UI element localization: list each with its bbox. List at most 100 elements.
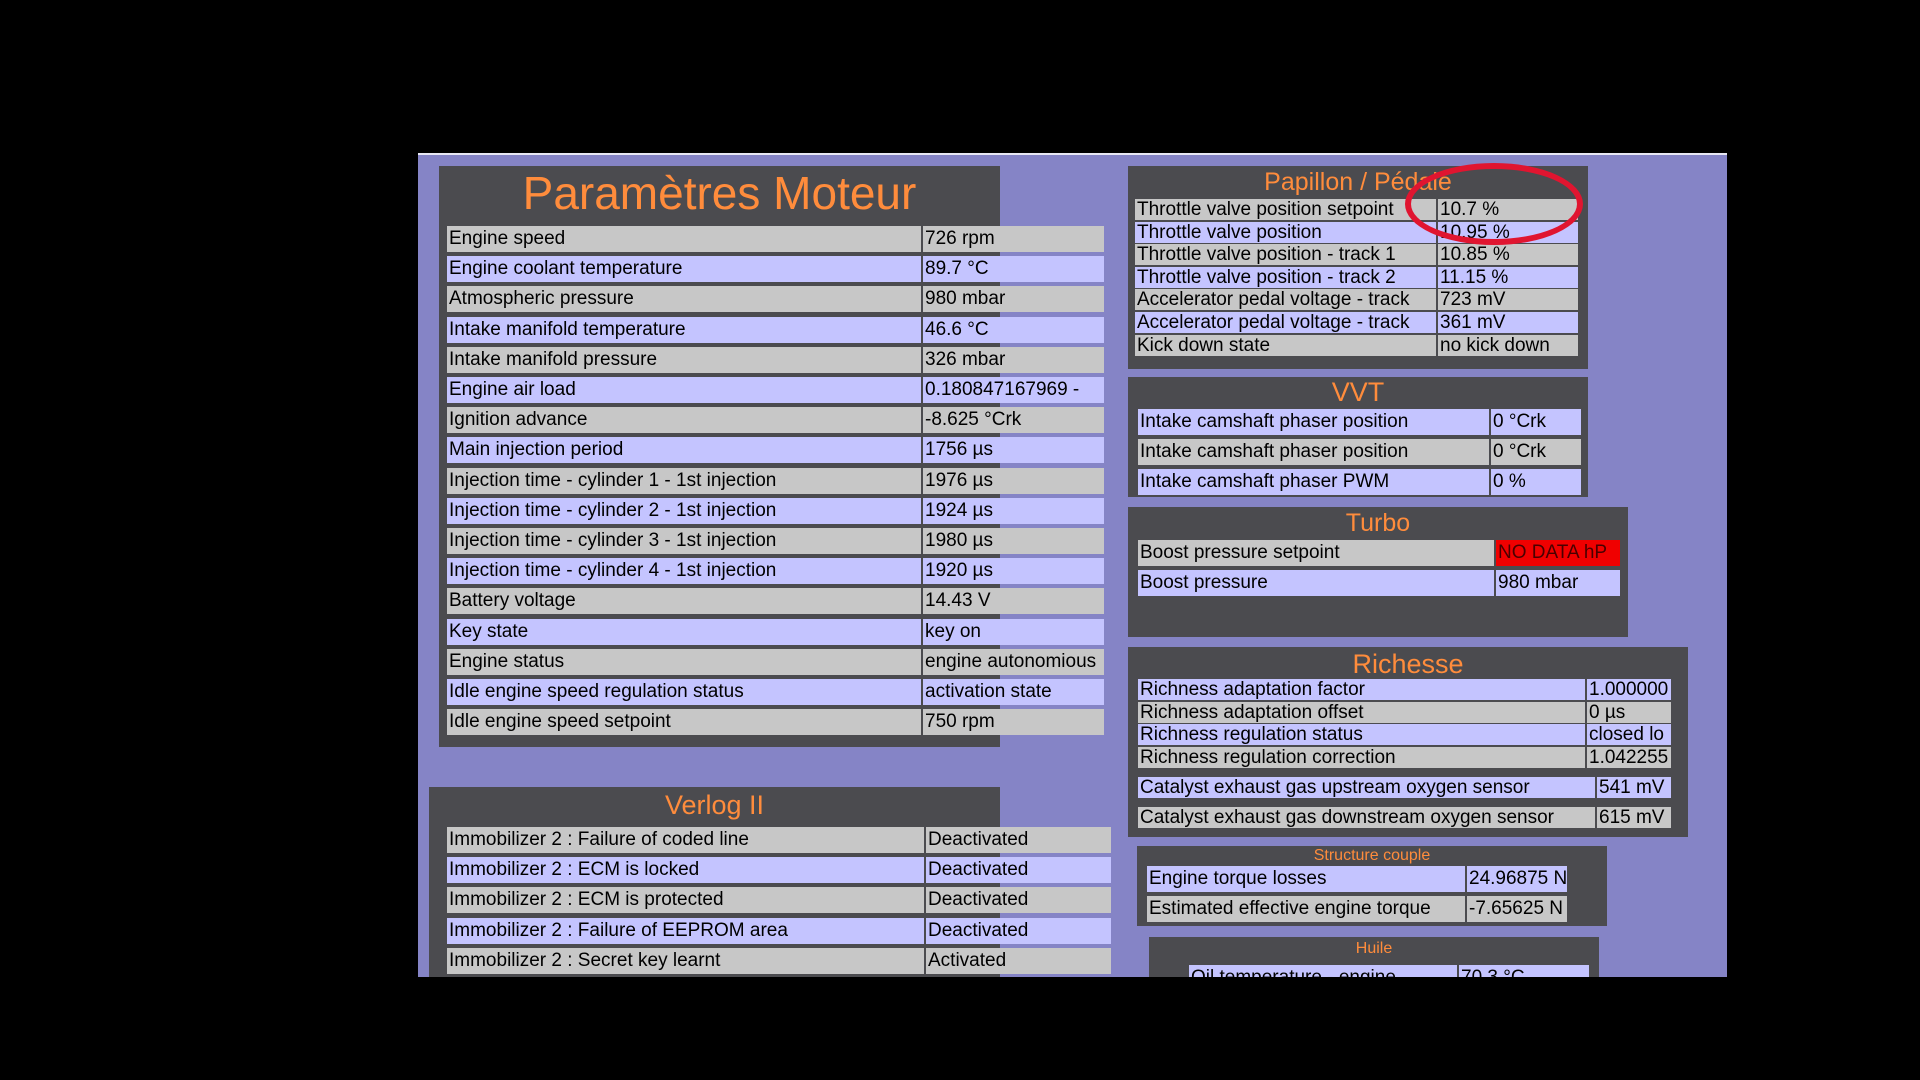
row-value: 0 °Crk xyxy=(1491,439,1581,466)
table-row: Kick down state no kick down xyxy=(1135,334,1578,356)
row-label: Injection time - cylinder 2 - 1st inject… xyxy=(447,497,923,524)
row-label: Richness regulation correction xyxy=(1138,746,1587,768)
table-row: Intake manifold pressure 326 mbar xyxy=(447,346,1104,373)
row-value: 0.180847167969 - xyxy=(923,377,1104,403)
row-value: Activated xyxy=(926,947,1111,974)
row-label: Immobilizer 2 : Failure of EEPROM area xyxy=(447,917,926,944)
row-value: 0 µs xyxy=(1587,701,1671,723)
panel-richesse: Richesse Richness adaptation factor 1.000… xyxy=(1128,647,1688,837)
row-label: Throttle valve position - track 1 xyxy=(1135,244,1438,266)
panel-title: Turbo xyxy=(1345,509,1411,537)
row-value: key on xyxy=(923,618,1104,645)
row-label: Boost pressure setpoint xyxy=(1138,540,1496,566)
table-row: Battery voltage 14.43 V xyxy=(447,588,1104,615)
panel-vvt: VVT Intake camshaft phaser position 0 °Cr… xyxy=(1128,377,1588,497)
row-label: Throttle valve position - track 2 xyxy=(1135,266,1438,288)
row-label: Intake camshaft phaser position xyxy=(1138,439,1491,466)
table-row: Richness adaptation offset 0 µs xyxy=(1138,701,1671,723)
row-value: 1980 µs xyxy=(923,528,1104,554)
table-row: Throttle valve position - track 2 11.15 % xyxy=(1135,266,1578,288)
row-label: Engine torque losses xyxy=(1147,866,1467,892)
row-label: Intake camshaft phaser position xyxy=(1138,409,1491,435)
row-label: Accelerator pedal voltage - track xyxy=(1135,312,1438,333)
table-row: Immobilizer 2 : Failure of coded line Dea… xyxy=(447,827,1111,853)
row-label: Throttle valve position setpoint xyxy=(1135,199,1438,220)
table-row: Immobilizer 2 : ECM is locked Deactivated xyxy=(447,857,1111,884)
row-label: Engine air load xyxy=(447,377,923,403)
table-row: Boost pressure setpoint NO DATA hP xyxy=(1138,540,1620,566)
table-row: Main injection period 1756 µs xyxy=(447,437,1104,464)
row-label: Throttle valve position xyxy=(1135,221,1438,243)
table-row: Idle engine speed setpoint 750 rpm xyxy=(447,709,1104,736)
table-row: Engine status engine autonomious xyxy=(447,648,1104,675)
panel-papillon-pedale: Papillon / Pédale Throttle valve positio… xyxy=(1128,166,1588,369)
row-value: 89.7 °C xyxy=(923,256,1104,283)
row-value: engine autonomious xyxy=(923,648,1104,675)
table-row: Richness regulation status closed lo xyxy=(1138,724,1671,746)
row-label: Richness regulation status xyxy=(1138,724,1587,746)
row-label: Catalyst exhaust gas downstream oxygen s… xyxy=(1138,807,1597,829)
row-value: 723 mV xyxy=(1438,289,1578,311)
row-label: Accelerator pedal voltage - track xyxy=(1135,289,1438,311)
table-row: Estimated effective engine torque -7.6562… xyxy=(1147,896,1567,923)
table-row: Atmospheric pressure 980 mbar xyxy=(447,286,1104,313)
table-row: Accelerator pedal voltage - track 361 mV xyxy=(1135,312,1578,333)
row-label: Kick down state xyxy=(1135,334,1438,356)
panel-title: Richesse xyxy=(1352,649,1464,679)
table-row: Engine speed 726 rpm xyxy=(447,226,1104,252)
row-value: Deactivated xyxy=(926,887,1111,914)
row-value: NO DATA hP xyxy=(1496,540,1620,566)
panel-title: VVT xyxy=(1331,377,1385,407)
row-value: 980 mbar xyxy=(1496,570,1620,597)
row-value: 1920 µs xyxy=(923,558,1104,585)
table-row: Injection time - cylinder 4 - 1st inject… xyxy=(447,558,1104,585)
row-label: Immobilizer 2 : ECM is protected xyxy=(447,887,926,914)
table-row: Injection time - cylinder 3 - 1st inject… xyxy=(447,528,1104,554)
panel-title: Huile xyxy=(1355,940,1393,957)
table-row: Immobilizer 2 : ECM is protected Deactiva… xyxy=(447,887,1111,914)
row-value: 326 mbar xyxy=(923,346,1104,373)
row-label: Richness adaptation offset xyxy=(1138,701,1587,723)
row-value: 1756 µs xyxy=(923,437,1104,464)
row-value: 46.6 °C xyxy=(923,316,1104,343)
row-value: 541 mV xyxy=(1597,777,1671,798)
panel-title: Paramètres Moteur xyxy=(522,167,917,219)
table-row: Immobilizer 2 : Secret key learnt Activat… xyxy=(447,947,1111,974)
row-label: Immobilizer 2 : ECM is locked xyxy=(447,857,926,884)
row-value: Deactivated xyxy=(926,827,1111,853)
panel-structure-couple: Structure couple Engine torque losses 24.… xyxy=(1137,846,1607,926)
row-value: 1.000000 xyxy=(1587,679,1671,700)
row-value: 70.3 °C xyxy=(1459,965,1589,977)
row-value: 980 mbar xyxy=(923,286,1104,313)
panel-title: Structure couple xyxy=(1313,847,1431,864)
row-label: Catalyst exhaust gas upstream oxygen sen… xyxy=(1138,777,1597,798)
row-label: Oil temperature - engine xyxy=(1189,965,1459,977)
row-value: 615 mV xyxy=(1597,807,1671,829)
row-label: Idle engine speed setpoint xyxy=(447,709,923,736)
panel-huile: Huile Oil temperature - engine70.3 °C xyxy=(1149,937,1599,977)
row-value: 10.7 % xyxy=(1438,199,1578,220)
row-label: Intake camshaft phaser PWM xyxy=(1138,469,1491,496)
row-label: Idle engine speed regulation status xyxy=(447,679,923,705)
panel-parametres-moteur: Paramètres Moteur Engine speed 726 rpm Eng… xyxy=(439,166,1104,747)
table-row: Accelerator pedal voltage - track 723 mV xyxy=(1135,289,1578,311)
row-label: Engine speed xyxy=(447,226,923,252)
row-value: 24.96875 N xyxy=(1467,866,1567,892)
row-label: Key state xyxy=(447,618,923,645)
row-label: Ignition advance xyxy=(447,407,923,434)
table-row: Throttle valve position setpoint 10.7 % xyxy=(1135,199,1578,220)
row-value: 1976 µs xyxy=(923,467,1104,494)
row-label: Main injection period xyxy=(447,437,923,464)
panel-turbo: Turbo Boost pressure setpoint NO DATA hP B… xyxy=(1128,507,1628,637)
row-label: Richness adaptation factor xyxy=(1138,679,1587,700)
table-row: Throttle valve position 10.95 % xyxy=(1135,221,1578,243)
row-value: 1924 µs xyxy=(923,497,1104,524)
row-label: Battery voltage xyxy=(447,588,923,615)
table-row: Intake camshaft phaser PWM 0 % xyxy=(1138,469,1581,496)
row-label: Injection time - cylinder 3 - 1st inject… xyxy=(447,528,923,554)
table-row: Engine coolant temperature 89.7 °C xyxy=(447,256,1104,283)
table-row: Intake manifold temperature 46.6 °C xyxy=(447,316,1104,343)
table-row: Engine air load 0.180847167969 - xyxy=(447,377,1104,403)
row-value: -8.625 °Crk xyxy=(923,407,1104,434)
row-value: 14.43 V xyxy=(923,588,1104,615)
